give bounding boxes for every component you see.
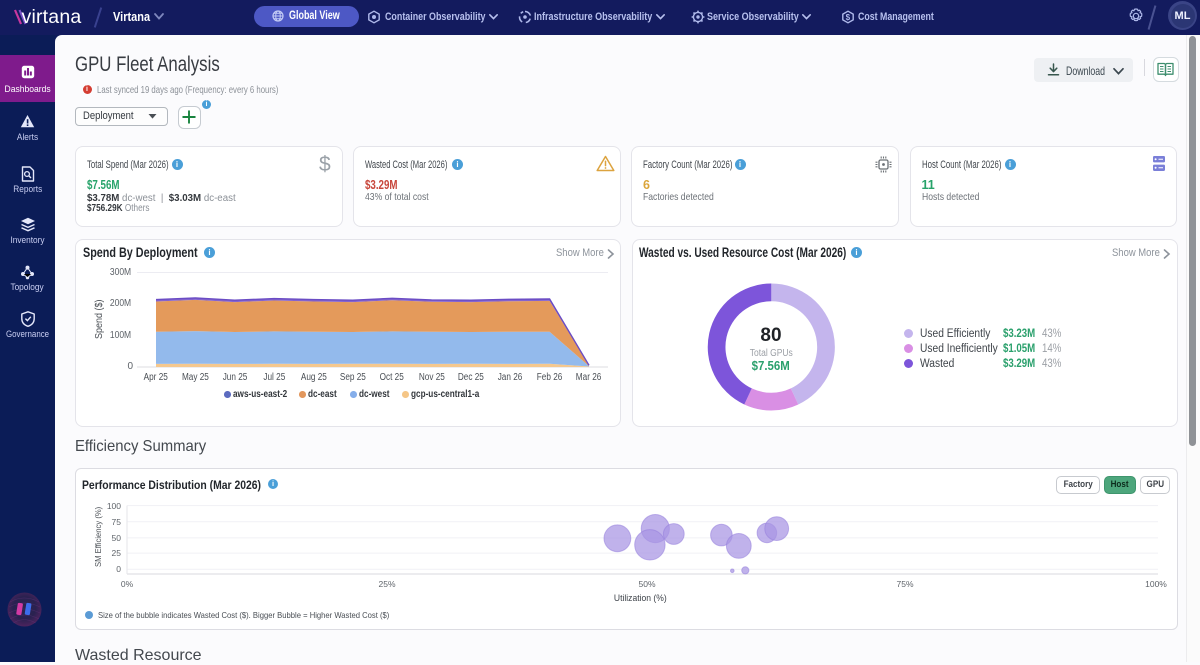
svg-text:virtana: virtana bbox=[22, 6, 82, 28]
svg-text:$: $ bbox=[846, 13, 851, 22]
